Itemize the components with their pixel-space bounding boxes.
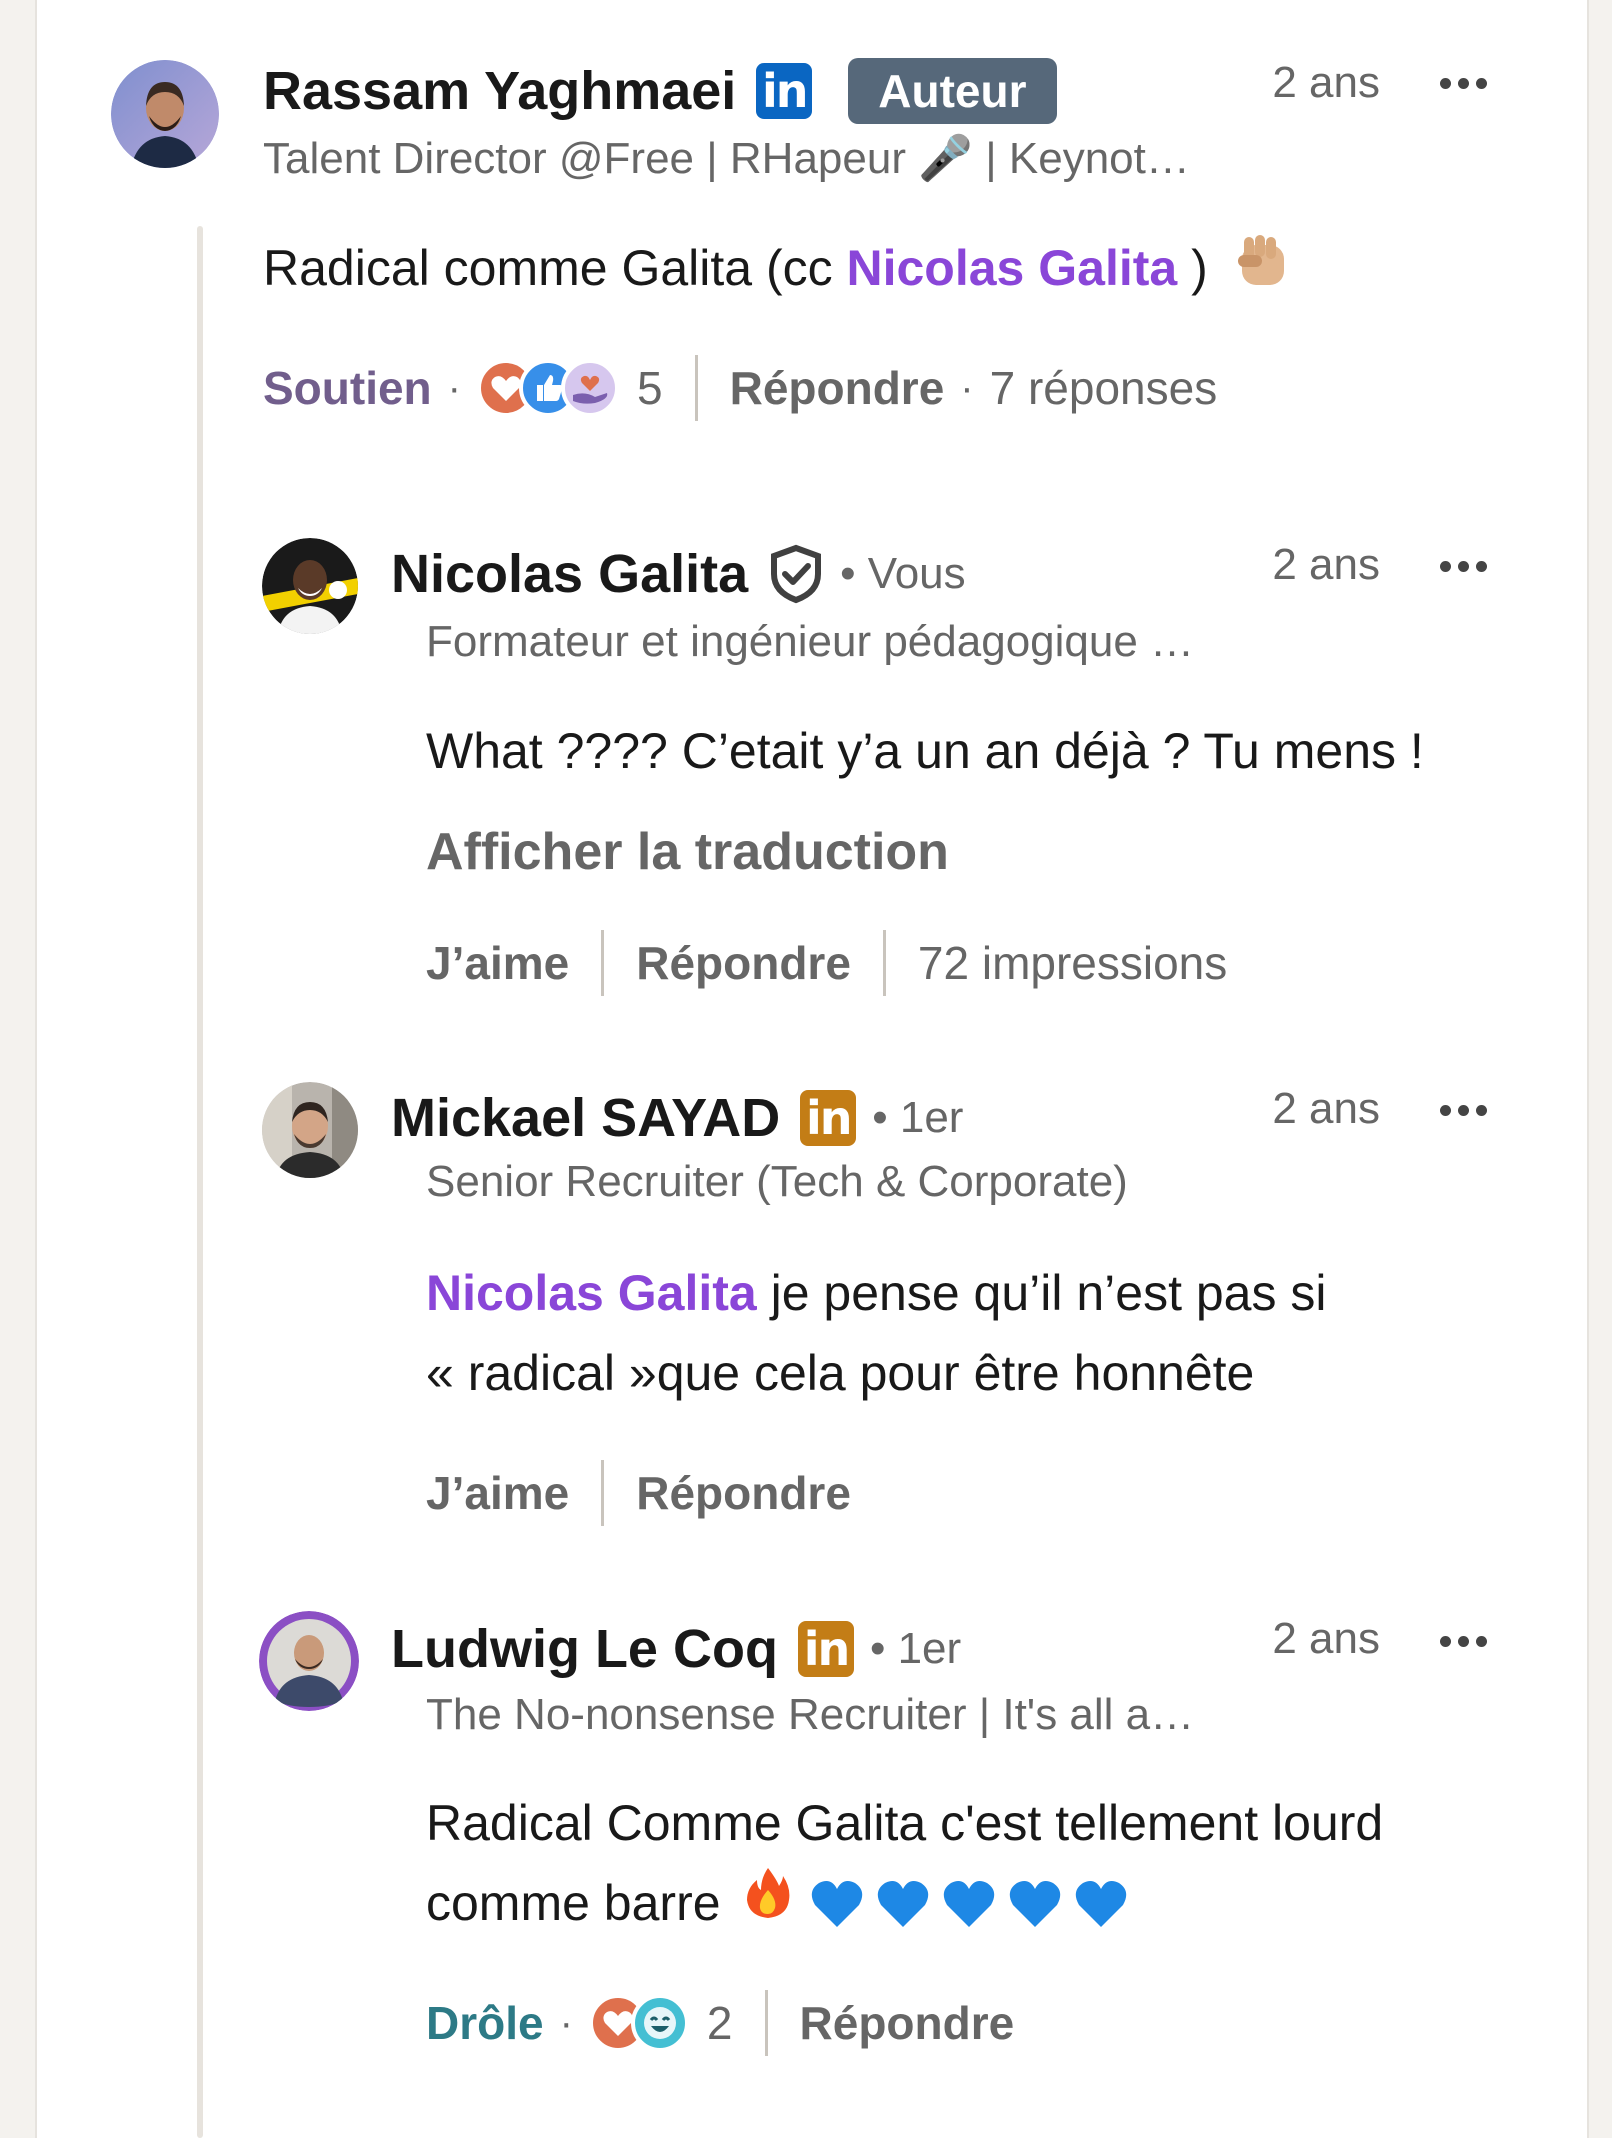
avatar[interactable]: [262, 1082, 358, 1178]
linkedin-premium-icon: in: [797, 1621, 854, 1677]
commenter-name[interactable]: Rassam Yaghmaei: [263, 60, 736, 122]
comment-time: 2 ans: [1272, 58, 1380, 107]
comment-actions: Soutien · 5 Répondre · 7 réponses: [263, 355, 1217, 421]
divider: [601, 1460, 605, 1526]
reply-button[interactable]: Répondre: [730, 361, 945, 415]
support-reaction-icon: [561, 359, 619, 417]
blue-heart-emoji: [943, 1881, 994, 1927]
linkedin-premium-icon: in: [800, 1090, 857, 1146]
like-button[interactable]: J’aime: [426, 1466, 569, 1520]
fist-emoji: [1236, 231, 1290, 312]
comment-actions: Drôle · 2 Répondre: [426, 1990, 1014, 2056]
avatar-ludwig-icon: [259, 1611, 359, 1711]
commenter-headline[interactable]: Formateur et ingénieur pédagogique …: [426, 617, 1194, 667]
verified-shield-icon: [768, 544, 824, 604]
replies-count-link[interactable]: 7 réponses: [990, 361, 1218, 415]
show-translation-link[interactable]: Afficher la traduction: [426, 822, 949, 882]
commenter-name[interactable]: Nicolas Galita: [391, 543, 748, 605]
mention-link[interactable]: Nicolas Galita: [426, 1265, 757, 1321]
blue-heart-emoji: [1009, 1881, 1060, 1927]
more-options-icon[interactable]: [1440, 78, 1487, 89]
commenter-headline[interactable]: Senior Recruiter (Tech & Corporate): [426, 1157, 1128, 1207]
avatar[interactable]: [262, 538, 358, 634]
like-button[interactable]: J’aime: [426, 936, 569, 990]
avatar-mickael-icon: [262, 1082, 358, 1178]
commenter-headline[interactable]: The No-nonsense Recruiter | It's all a…: [426, 1690, 1194, 1740]
comment-text: Radical Comme Galita c'est tellement lou…: [426, 1783, 1383, 1943]
comment-actions: J’aime Répondre 72 impressions: [426, 930, 1227, 996]
blue-heart-emoji: [811, 1881, 862, 1927]
comments-card: Rassam Yaghmaei in Auteur 2 ans Talent D…: [35, 0, 1589, 2138]
linkedin-icon: in: [756, 63, 813, 119]
avatar[interactable]: [111, 60, 219, 168]
comment-time: 2 ans: [1272, 540, 1380, 589]
avatar[interactable]: [259, 1611, 359, 1711]
blue-heart-emoji: [1075, 1881, 1126, 1927]
comment-time: 2 ans: [1272, 1084, 1380, 1133]
comment-time: 2 ans: [1272, 1614, 1380, 1663]
author-badge: Auteur: [848, 58, 1057, 124]
divider: [601, 930, 605, 996]
reaction-summary[interactable]: [477, 359, 619, 417]
reaction-button[interactable]: Soutien: [263, 361, 432, 415]
divider: [764, 1990, 768, 2056]
avatar-rassam-icon: [111, 60, 219, 168]
blue-hearts: [809, 1877, 1129, 1929]
commenter-name[interactable]: Mickael SAYAD: [391, 1087, 780, 1149]
thread-line: [197, 226, 203, 2138]
reaction-button[interactable]: Drôle: [426, 1996, 544, 2050]
connection-degree: • Vous: [840, 549, 966, 598]
commenter-headline[interactable]: Talent Director @Free | RHapeur 🎤 | Keyn…: [263, 132, 1190, 184]
reply-button[interactable]: Répondre: [636, 1466, 851, 1520]
reply-button[interactable]: Répondre: [800, 1996, 1015, 2050]
connection-degree: • 1er: [872, 1093, 964, 1142]
reaction-count[interactable]: 5: [637, 361, 663, 415]
commenter-name[interactable]: Ludwig Le Coq: [391, 1618, 778, 1680]
reaction-count[interactable]: 2: [707, 1996, 733, 2050]
avatar-nicolas-icon: [262, 538, 358, 634]
mention-link[interactable]: Nicolas Galita: [847, 240, 1178, 296]
comment-text: What ???? C’etait y’a un an déjà ? Tu me…: [426, 723, 1424, 779]
funny-reaction-icon: [630, 1994, 689, 2052]
impressions-count[interactable]: 72 impressions: [918, 936, 1227, 990]
divider: [694, 355, 698, 421]
comment-text: Radical comme Galita (cc Nicolas Galita …: [263, 228, 1290, 312]
more-options-icon[interactable]: [1440, 1636, 1487, 1647]
reaction-summary[interactable]: [588, 1994, 689, 2052]
comment-actions: J’aime Répondre: [426, 1460, 851, 1526]
reply-button[interactable]: Répondre: [636, 936, 851, 990]
connection-degree: • 1er: [869, 1624, 962, 1673]
blue-heart-emoji: [877, 1881, 928, 1927]
comment-text: Nicolas Galita je pense qu’il n’est pas …: [426, 1265, 1327, 1401]
fire-emoji: [743, 1863, 793, 1943]
divider: [882, 930, 886, 996]
more-options-icon[interactable]: [1440, 1105, 1487, 1116]
more-options-icon[interactable]: [1440, 561, 1487, 572]
